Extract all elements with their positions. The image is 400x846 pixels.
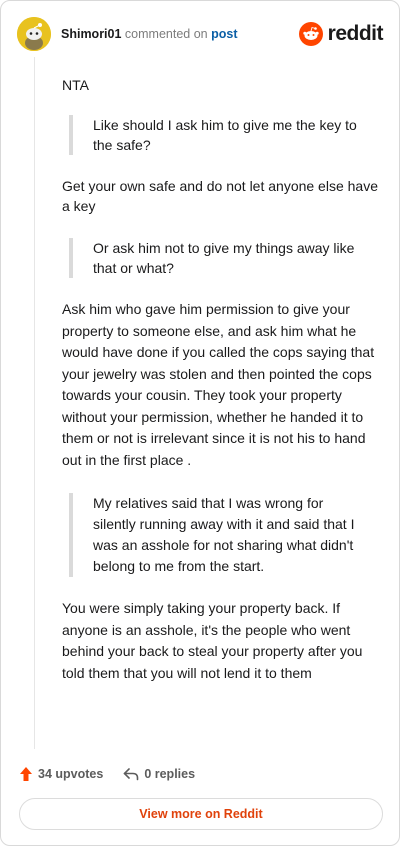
action-text: commented on: [124, 27, 208, 41]
upvote-count: 34 upvotes: [38, 767, 104, 781]
comment-card: Shimori01 commented on post reddit NTA L…: [0, 0, 400, 846]
reddit-brand[interactable]: reddit: [298, 22, 384, 46]
reply-arrow-icon: [124, 768, 139, 781]
snoo-avatar-icon[interactable]: [17, 17, 51, 51]
quote-block: Like should I ask him to give me the key…: [69, 115, 369, 155]
comment-paragraph: Get your own safe and do not let anyone …: [62, 178, 378, 214]
username[interactable]: Shimori01: [61, 27, 121, 41]
comment-actions: 34 upvotes 0 replies: [19, 762, 195, 786]
comment-paragraph: NTA: [62, 77, 89, 93]
thread-line[interactable]: [34, 57, 35, 749]
brand-text: reddit: [327, 22, 384, 45]
comment-header: Shimori01 commented on post reddit: [17, 16, 384, 52]
reply-count: 0 replies: [144, 767, 196, 781]
view-more-button[interactable]: View more on Reddit: [19, 798, 383, 830]
upvote-arrow-icon: [20, 767, 32, 781]
reply-button[interactable]: 0 replies: [123, 767, 195, 781]
comment-meta: Shimori01 commented on post: [61, 27, 237, 41]
comment-paragraph: You were simply taking your property bac…: [62, 600, 363, 681]
reddit-logo-icon: [298, 22, 323, 46]
comment-paragraph: Ask him who gave him permission to give …: [62, 301, 375, 468]
comment-body: NTA Like should I ask him to give me the…: [62, 73, 380, 684]
quote-block: My relatives said that I was wrong for s…: [69, 493, 369, 577]
post-link[interactable]: post: [211, 27, 237, 41]
quote-block: Or ask him not to give my things away li…: [69, 238, 369, 278]
upvote-button[interactable]: 34 upvotes: [19, 766, 103, 782]
